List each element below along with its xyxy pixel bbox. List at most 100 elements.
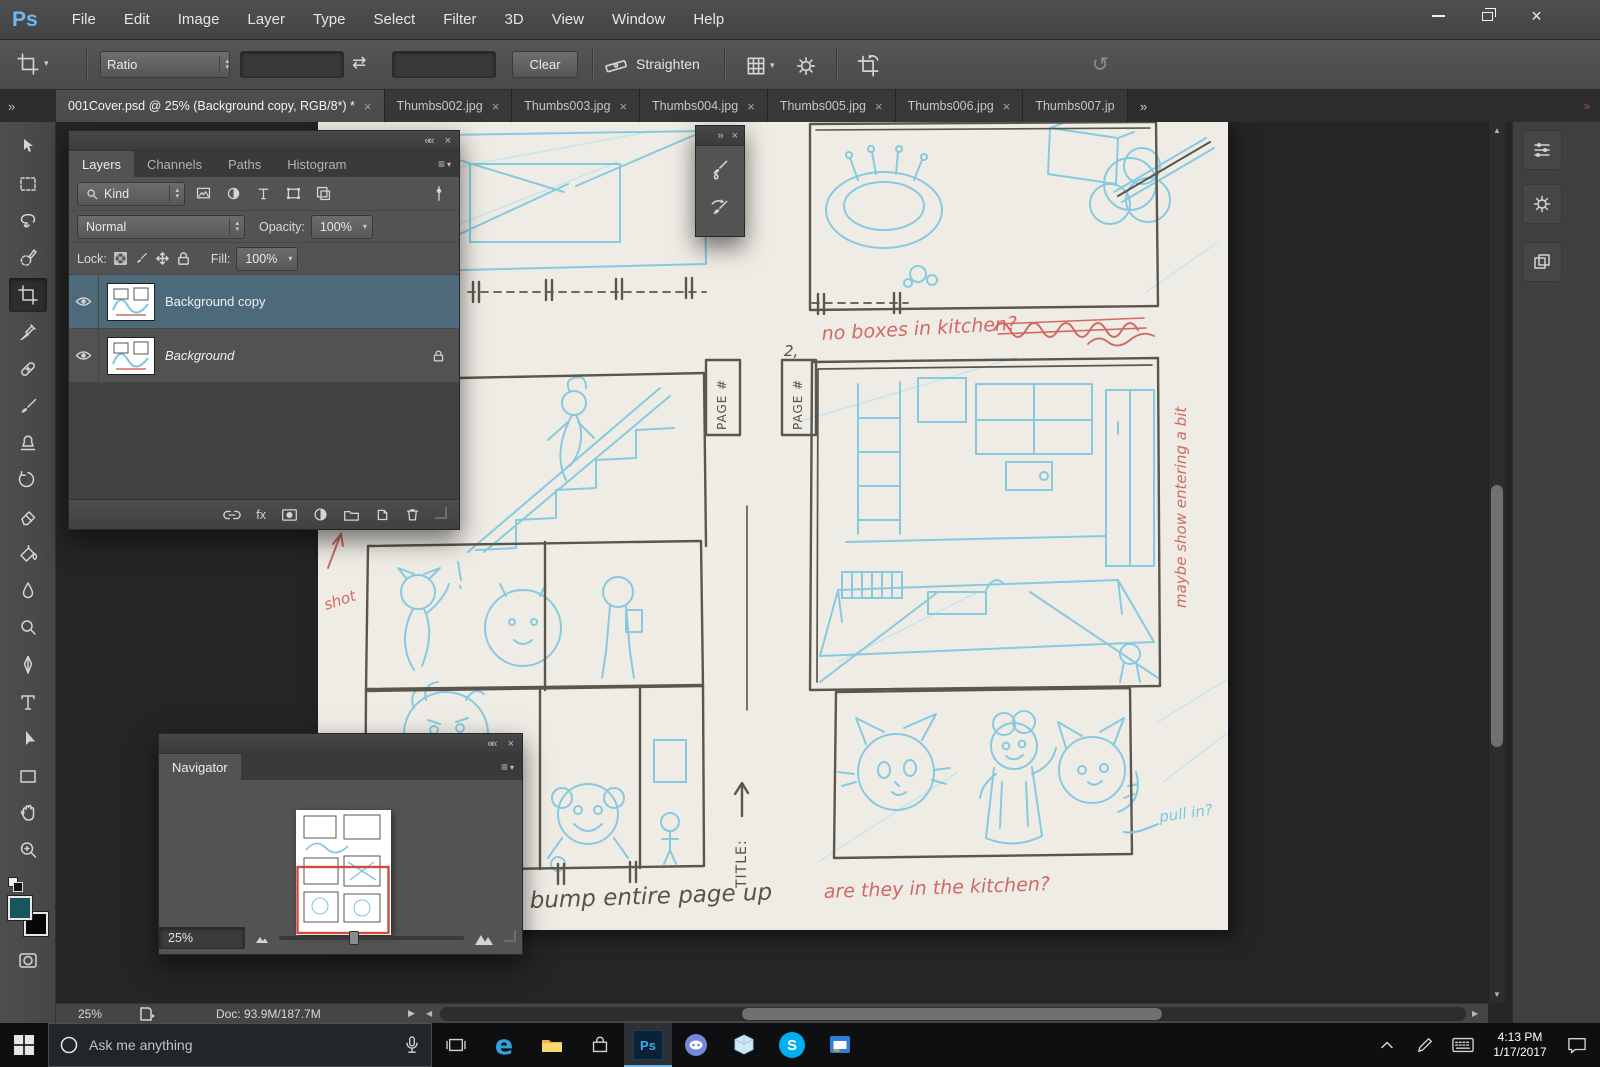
tab-channels[interactable]: Channels [134, 151, 215, 177]
taskbar-icon-app8[interactable] [816, 1023, 864, 1067]
document-tab-active[interactable]: 001Cover.psd @ 25% (Background copy, RGB… [56, 90, 385, 122]
tab-histogram[interactable]: Histogram [274, 151, 359, 177]
restore-button[interactable] [1464, 3, 1511, 29]
document-tab[interactable]: Thumbs005.jpg × [767, 90, 896, 122]
start-button[interactable] [0, 1023, 48, 1067]
navigator-zoom-input[interactable]: 25% [159, 927, 245, 949]
filter-pixel-layers-icon[interactable] [191, 183, 215, 205]
menu-filter[interactable]: Filter [429, 0, 490, 39]
taskbar-icon-photoshop[interactable]: Ps [624, 1023, 672, 1067]
clear-button[interactable]: Clear [512, 51, 578, 78]
panel-resize-grip[interactable] [504, 930, 516, 942]
navigator-zoom-slider-thumb[interactable] [349, 931, 359, 945]
filter-adjustment-layers-icon[interactable] [221, 183, 245, 205]
filter-kind-select[interactable]: Kind ▴ ▾ [77, 181, 185, 206]
rectangular-marquee-tool[interactable] [9, 167, 47, 201]
eyedropper-tool[interactable] [9, 315, 47, 349]
tab-navigator[interactable]: Navigator [159, 754, 241, 780]
menu-image[interactable]: Image [164, 0, 234, 39]
filter-shape-layers-icon[interactable] [281, 183, 305, 205]
opacity-select[interactable]: 100% ▾ [310, 214, 373, 239]
eraser-tool[interactable] [9, 500, 47, 534]
new-group-icon[interactable] [343, 508, 360, 522]
tab-close-icon[interactable]: × [1003, 99, 1011, 114]
panel-collapse-icon[interactable]: «« [487, 738, 497, 750]
styles-panel-icon[interactable] [1522, 184, 1562, 224]
document-tab[interactable]: Thumbs002.jpg × [384, 90, 513, 122]
crop-height-input[interactable] [392, 51, 496, 78]
move-tool[interactable] [9, 130, 47, 164]
status-doc-size[interactable]: Doc: 93.9M/187.7M [216, 1007, 321, 1021]
menu-select[interactable]: Select [359, 0, 429, 39]
tab-close-icon[interactable]: × [492, 99, 500, 114]
task-view-button[interactable] [432, 1023, 480, 1067]
mini-panel-close-icon[interactable]: × [732, 130, 738, 142]
clone-source-panel-icon[interactable] [1522, 242, 1562, 282]
menu-file[interactable]: File [58, 0, 110, 39]
horizontal-scrollbar[interactable] [440, 1007, 1466, 1021]
brush-tool[interactable] [9, 389, 47, 423]
zoom-tool[interactable] [9, 833, 47, 867]
filter-smart-objects-icon[interactable] [311, 183, 335, 205]
menu-view[interactable]: View [538, 0, 598, 39]
layer-row-background-copy[interactable]: Background copy [69, 275, 459, 329]
menu-type[interactable]: Type [299, 0, 360, 39]
spot-healing-brush-tool[interactable] [9, 352, 47, 386]
foreground-color-swatch[interactable] [7, 896, 32, 920]
touch-keyboard-icon[interactable] [1446, 1023, 1480, 1067]
status-zoom-level[interactable]: 25% [78, 1007, 102, 1021]
paint-bucket-tool[interactable] [9, 537, 47, 571]
straighten-label[interactable]: Straighten [636, 56, 700, 72]
menu-3d[interactable]: 3D [491, 0, 538, 39]
panel-close-icon[interactable]: × [445, 135, 451, 147]
tab-paths[interactable]: Paths [215, 151, 274, 177]
zoom-out-mountains-icon[interactable] [255, 932, 269, 944]
layer-row-background[interactable]: Background [69, 329, 459, 383]
new-layer-icon[interactable] [375, 507, 390, 522]
status-flyout-icon[interactable] [138, 1005, 156, 1023]
tab-close-icon[interactable]: × [747, 99, 755, 114]
document-tab[interactable]: Thumbs004.jpg × [640, 90, 768, 122]
delete-layer-icon[interactable] [405, 507, 420, 522]
tab-close-icon[interactable]: × [875, 99, 883, 114]
navigator-thumbnail[interactable] [296, 810, 391, 935]
crop-tool[interactable] [8, 278, 47, 312]
horizontal-scrollbar-thumb[interactable] [742, 1008, 1162, 1020]
rotate-crop-box-icon[interactable] [854, 52, 881, 79]
quick-mask-icon[interactable] [9, 944, 47, 978]
tray-expand-chevron[interactable] [1370, 1023, 1404, 1067]
crop-width-input[interactable] [240, 51, 344, 78]
scroll-up-icon[interactable]: ▲ [1493, 126, 1501, 135]
menu-layer[interactable]: Layer [233, 0, 299, 39]
lock-transparency-icon[interactable] [113, 251, 128, 266]
document-tab[interactable]: Thumbs006.jpg × [895, 90, 1024, 122]
action-center-icon[interactable] [1560, 1023, 1594, 1067]
minimize-button[interactable] [1415, 3, 1462, 29]
microphone-icon[interactable] [403, 1035, 421, 1055]
crop-overlay-grid-icon[interactable] [744, 54, 768, 78]
brush-panel-icon[interactable] [1522, 130, 1562, 170]
pen-settings-icon[interactable] [1408, 1023, 1442, 1067]
taskbar-icon-edge[interactable]: e [480, 1023, 528, 1067]
mixer-brush-icon[interactable] [703, 154, 737, 184]
history-brush-tool[interactable] [9, 463, 47, 497]
hscroll-left-icon[interactable]: ◀ [426, 1009, 432, 1018]
blur-tool[interactable] [9, 574, 47, 608]
lock-position-icon[interactable] [155, 251, 170, 266]
close-button[interactable]: × [1513, 3, 1560, 29]
menu-window[interactable]: Window [598, 0, 679, 39]
straighten-icon[interactable] [604, 54, 628, 78]
taskbar-icon-skype[interactable]: S [768, 1023, 816, 1067]
vertical-scrollbar-thumb[interactable] [1491, 485, 1503, 747]
hand-tool[interactable] [9, 796, 47, 830]
lock-pixels-icon[interactable] [134, 251, 149, 266]
dock-expand-chevron[interactable]: » [1574, 90, 1600, 122]
zoom-in-mountains-icon[interactable] [474, 930, 494, 946]
lock-all-icon[interactable] [176, 251, 191, 266]
vertical-scrollbar[interactable]: ▲ ▼ [1488, 122, 1505, 1003]
hscroll-right-icon[interactable]: ▶ [1472, 1009, 1478, 1018]
taskbar-icon-file-explorer[interactable] [528, 1023, 576, 1067]
add-layer-mask-icon[interactable] [281, 508, 298, 522]
path-selection-tool[interactable] [9, 722, 47, 756]
panel-resize-grip[interactable] [435, 506, 447, 519]
